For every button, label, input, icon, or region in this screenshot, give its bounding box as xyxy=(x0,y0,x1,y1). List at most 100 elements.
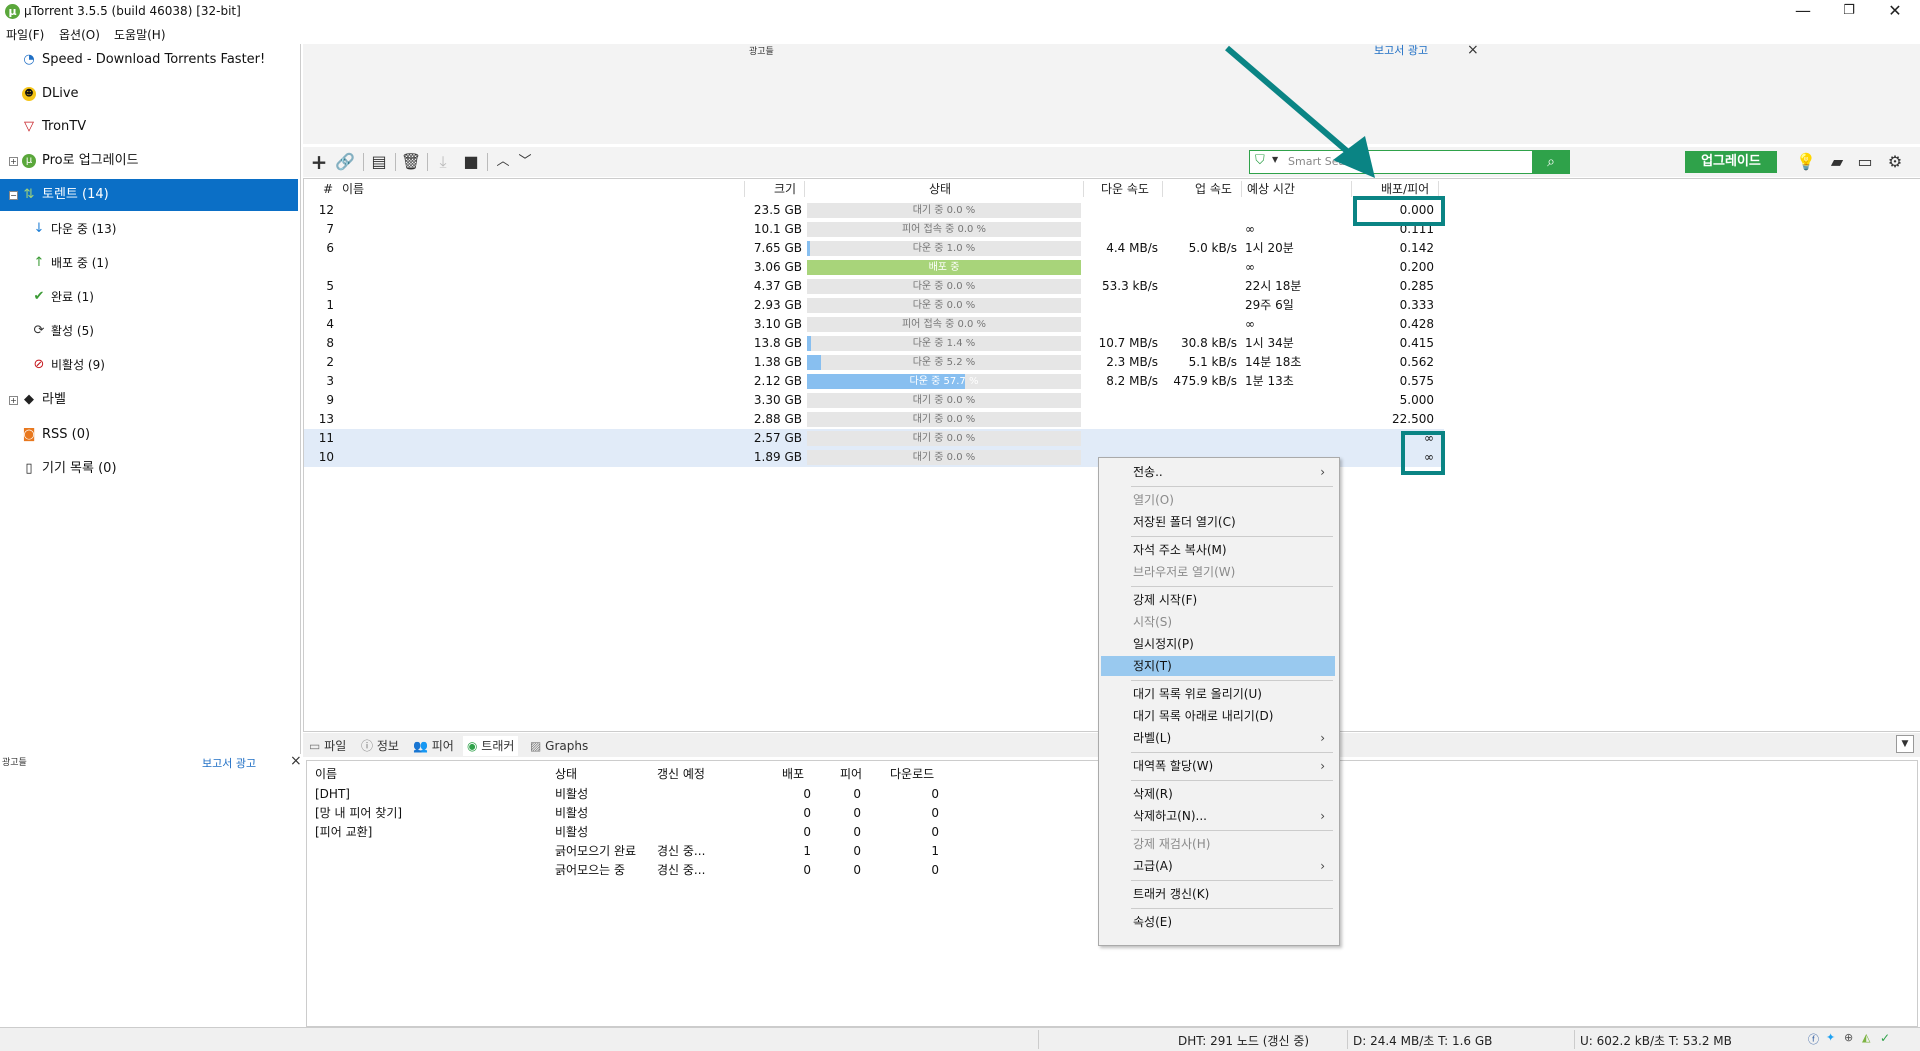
table-row[interactable]: 12 23.5 GB 대기 중 0.0 % 0.000 xyxy=(304,201,1444,220)
tab-trackers[interactable]: ◉ 트래커 xyxy=(463,736,519,756)
download-icon[interactable]: ⤓ xyxy=(431,151,455,173)
sidebar-item-rss[interactable]: ◙ RSS (0) xyxy=(0,419,298,451)
table-row[interactable]: 5 4.37 GB 다운 중 0.0 % 53.3 kB/s 22시 18분 0.285 xyxy=(304,277,1444,296)
col-down-speed[interactable]: 다운 속도 xyxy=(1101,179,1149,199)
sidebar-item-upgrade-pro[interactable]: + µ Pro로 업그레이드 xyxy=(0,145,298,177)
sidebar-item-completed[interactable]: ✔ 완료 (1) xyxy=(0,281,298,313)
sidebar-item-inactive[interactable]: ⊘ 비활성 (9) xyxy=(0,349,298,381)
context-menu-item[interactable]: 열기(O) xyxy=(1101,490,1335,510)
tracker-col-downloaded[interactable]: 다운로드 xyxy=(890,765,934,782)
context-menu-item[interactable]: 대기 목록 위로 올리기(U) xyxy=(1101,684,1335,704)
context-menu-item[interactable]: 고급(A) › xyxy=(1101,856,1335,876)
table-row[interactable]: 13 2.88 GB 대기 중 0.0 % 22.500 xyxy=(304,410,1444,429)
sidebar-item-labels[interactable]: + ◆ 라벨 xyxy=(0,384,298,416)
context-menu-item[interactable]: 속성(E) xyxy=(1101,912,1335,932)
context-menu-item[interactable]: 일시정지(P) xyxy=(1101,634,1335,654)
maximize-button[interactable]: ❐ xyxy=(1826,0,1872,24)
table-row[interactable]: 8 13.8 GB 다운 중 1.4 % 10.7 MB/s 30.8 kB/s 1시 3… xyxy=(304,334,1444,353)
context-menu-item[interactable]: 시작(S) xyxy=(1101,612,1335,632)
delete-icon[interactable]: 🗑 xyxy=(399,151,423,173)
tab-info[interactable]: ⓘ 정보 xyxy=(361,736,399,756)
table-row[interactable]: 3.06 GB 배포 중 ∞ 0.200 xyxy=(304,258,1444,277)
chat-icon[interactable]: ▰ xyxy=(1825,151,1849,173)
col-status[interactable]: 상태 xyxy=(929,179,951,199)
sidebar-item-speed[interactable]: ◔ Speed - Download Torrents Faster! xyxy=(0,44,298,76)
tracker-col-seeds[interactable]: 배포 xyxy=(782,765,804,782)
sidebar-item-active[interactable]: ⟳ 활성 (5) xyxy=(0,315,298,347)
sidebar-item-torrents[interactable]: − ⇅ 토렌트 (14) xyxy=(0,179,298,211)
sidebar-item-seeding[interactable]: ↑ 배포 중 (1) xyxy=(0,247,298,279)
remote-icon[interactable]: ▭ xyxy=(1853,151,1877,173)
tracker-row[interactable]: [피어 교환] 비활성 0 0 0 xyxy=(307,823,947,842)
context-menu-item[interactable]: 삭제(R) xyxy=(1101,784,1335,804)
tracker-col-status[interactable]: 상태 xyxy=(555,765,577,782)
context-menu-item[interactable]: 대기 목록 아래로 내리기(D) xyxy=(1101,706,1335,726)
sidebar-item-devices[interactable]: ▯ 기기 목록 (0) xyxy=(0,453,298,485)
expand-icon[interactable]: + xyxy=(9,157,18,166)
tracker-row[interactable]: [망 내 피어 찾기] 비활성 0 0 0 xyxy=(307,804,947,823)
lightbulb-icon[interactable]: 💡 xyxy=(1794,151,1818,173)
globe-icon[interactable]: ⊕ xyxy=(1844,1031,1853,1044)
context-menu-item[interactable]: 전송.. › xyxy=(1101,462,1335,482)
col-name[interactable]: 이름 xyxy=(342,179,364,199)
table-row[interactable]: 6 7.65 GB 다운 중 1.0 % 4.4 MB/s 5.0 kB/s 1시 20분… xyxy=(304,239,1444,258)
sidebar-item-trontv[interactable]: ▽ TronTV xyxy=(0,111,298,143)
sidebar-item-downloading[interactable]: ↓ 다운 중 (13) xyxy=(0,213,298,245)
col-num[interactable]: # xyxy=(323,179,333,199)
android-icon[interactable]: ◭ xyxy=(1862,1031,1870,1044)
tracker-col-peers[interactable]: 피어 xyxy=(840,765,862,782)
close-ad-icon[interactable]: × xyxy=(1467,42,1479,58)
tracker-col-name[interactable]: 이름 xyxy=(315,765,337,782)
tracker-row[interactable]: 긁어모으기 완료 경신 중... 1 0 1 xyxy=(307,842,947,861)
col-size[interactable]: 크기 xyxy=(774,179,796,199)
collapse-icon[interactable]: − xyxy=(9,191,18,200)
context-menu-item[interactable]: 트래커 갱신(K) xyxy=(1101,884,1335,904)
stop-icon[interactable]: ■ xyxy=(459,151,483,173)
collapse-panel-icon[interactable]: ▼ xyxy=(1896,735,1914,753)
tab-graphs[interactable]: ▨ Graphs xyxy=(530,736,588,756)
facebook-icon[interactable]: ⓕ xyxy=(1808,1031,1819,1047)
menu-file[interactable]: 파일(F) xyxy=(6,26,44,43)
table-row[interactable]: 2 1.38 GB 다운 중 5.2 % 2.3 MB/s 5.1 kB/s 14분 18… xyxy=(304,353,1444,372)
torrent-icon: ⇅ xyxy=(23,187,35,202)
context-menu-item[interactable]: 삭제하고(N)... › xyxy=(1101,806,1335,826)
context-menu-item[interactable]: 정지(T) xyxy=(1101,656,1335,676)
upgrade-button[interactable]: 업그레이드 xyxy=(1685,151,1777,173)
context-menu-item[interactable]: 강제 시작(F) xyxy=(1101,590,1335,610)
context-menu-item[interactable]: 대역폭 할당(W) › xyxy=(1101,756,1335,776)
expand-icon[interactable]: + xyxy=(9,396,18,405)
close-ad-icon[interactable]: × xyxy=(290,753,302,769)
menu-options[interactable]: 옵션(O) xyxy=(59,26,100,43)
tracker-row[interactable]: [DHT] 비활성 0 0 0 xyxy=(307,785,947,804)
tab-peers[interactable]: 👥 피어 xyxy=(413,736,454,756)
create-torrent-icon[interactable]: ▤ xyxy=(367,151,391,173)
table-row[interactable]: 9 3.30 GB 대기 중 0.0 % 5.000 xyxy=(304,391,1444,410)
search-button[interactable]: ⌕ xyxy=(1532,150,1570,174)
move-down-icon[interactable]: ﹀ xyxy=(513,151,537,173)
minimize-button[interactable]: — xyxy=(1780,0,1826,24)
twitter-icon[interactable]: ✦ xyxy=(1826,1031,1835,1044)
settings-gear-icon[interactable]: ⚙ xyxy=(1883,151,1907,173)
table-row[interactable]: 7 10.1 GB 피어 접속 중 0.0 % ∞ 0.111 xyxy=(304,220,1444,239)
move-up-icon[interactable]: ︿ xyxy=(491,151,515,173)
table-row[interactable]: 4 3.10 GB 피어 접속 중 0.0 % ∞ 0.428 xyxy=(304,315,1444,334)
context-menu-item[interactable]: 강제 재검사(H) xyxy=(1101,834,1335,854)
table-row[interactable]: 11 2.57 GB 대기 중 0.0 % ∞ xyxy=(304,429,1444,448)
submenu-arrow-icon: › xyxy=(1320,465,1325,479)
menu-help[interactable]: 도움말(H) xyxy=(114,26,166,43)
report-ad-link[interactable]: 보고서 광고 xyxy=(202,755,256,771)
context-menu-item[interactable]: 브라우저로 열기(W) xyxy=(1101,562,1335,582)
add-torrent-icon[interactable]: + xyxy=(307,151,331,173)
tracker-row[interactable]: 긁어모으는 중 경신 중... 0 0 0 xyxy=(307,861,947,880)
table-row[interactable]: 1 2.93 GB 다운 중 0.0 % 29주 6일 0.333 xyxy=(304,296,1444,315)
add-link-icon[interactable]: 🔗 xyxy=(333,151,357,173)
table-row[interactable]: 3 2.12 GB 다운 중 57.7 % 8.2 MB/s 475.9 kB/s 1분 … xyxy=(304,372,1444,391)
sidebar-item-dlive[interactable]: ☻ DLive xyxy=(0,78,298,110)
dht-status: DHT: 291 노드 (갱신 중) xyxy=(1178,1034,1310,1048)
context-menu-item[interactable]: 저장된 폴더 열기(C) xyxy=(1101,512,1335,532)
context-menu-item[interactable]: 자석 주소 복사(M) xyxy=(1101,540,1335,560)
context-menu-item[interactable]: 라벨(L) › xyxy=(1101,728,1335,748)
tab-files[interactable]: ▭ 파일 xyxy=(309,736,346,756)
close-button[interactable]: ✕ xyxy=(1872,0,1918,24)
tracker-col-update[interactable]: 갱신 예정 xyxy=(657,765,705,782)
